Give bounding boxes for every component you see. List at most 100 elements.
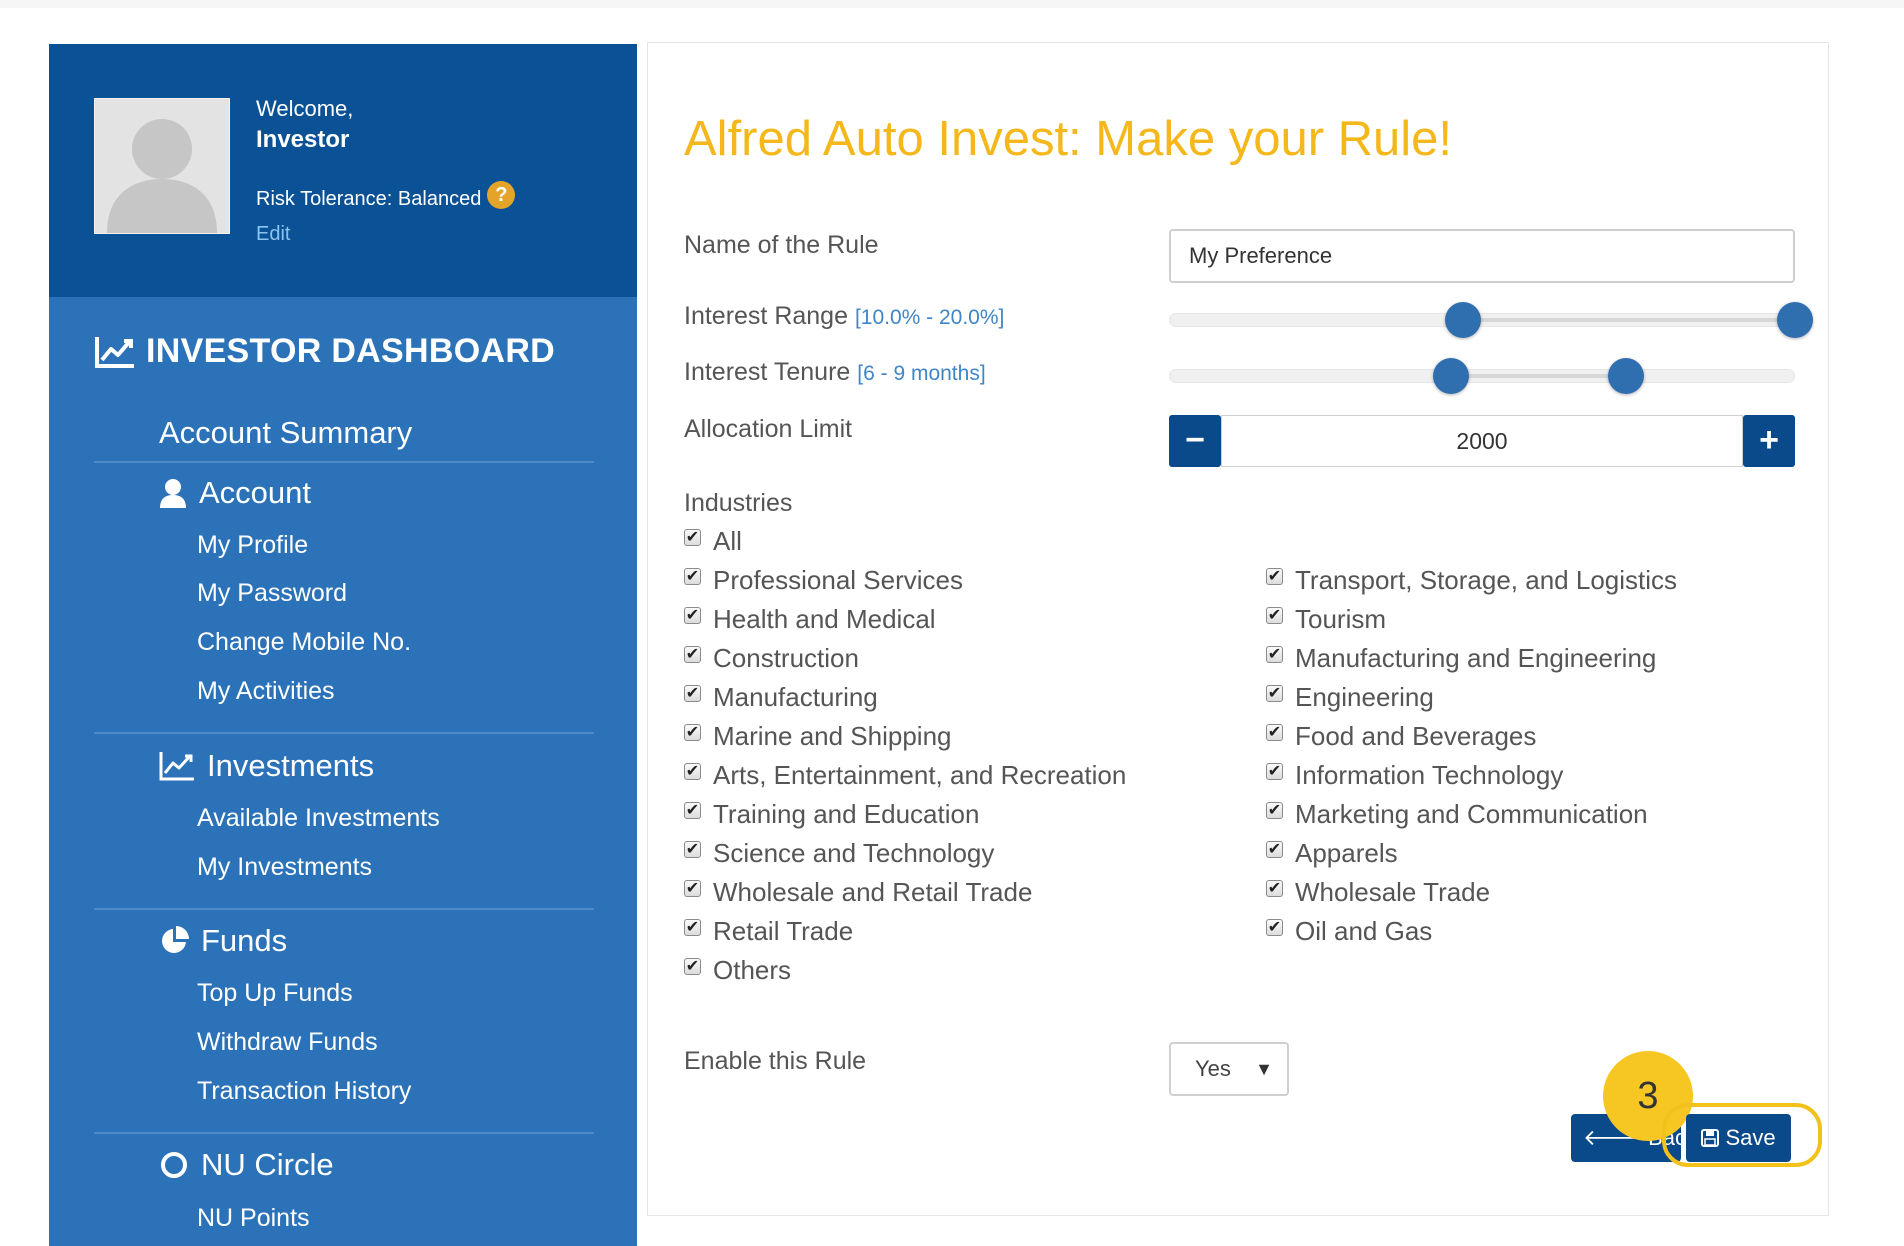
interest-tenure-min-handle[interactable]: [1432, 358, 1469, 394]
circle-icon: [161, 1152, 187, 1178]
sidebar-section-label: Investments: [207, 748, 375, 783]
sidebar-item-transaction-history[interactable]: Transaction History: [197, 1077, 411, 1106]
checkbox-checked-icon[interactable]: ✔: [684, 724, 701, 741]
industry-label: Retail Trade: [713, 916, 854, 946]
sidebar-item-top-up-funds[interactable]: Top Up Funds: [197, 979, 353, 1008]
risk-tolerance-text: Risk Tolerance: Balanced: [256, 188, 482, 210]
enable-rule-select[interactable]: Yes ▼: [1169, 1042, 1289, 1096]
industry-checkbox[interactable]: ✔ Transport, Storage, and Logistics: [1266, 565, 1677, 596]
industry-label: Engineering: [1295, 682, 1434, 712]
help-icon[interactable]: ?: [487, 180, 516, 209]
checkbox-checked-icon[interactable]: ✔: [684, 919, 701, 936]
sidebar-item-my-password[interactable]: My Password: [197, 579, 347, 608]
checkbox-checked-icon[interactable]: ✔: [684, 958, 701, 975]
checkbox-checked-icon[interactable]: ✔: [1266, 724, 1283, 741]
dropdown-arrow-icon: ▼: [1255, 1059, 1273, 1079]
checkbox-checked-icon[interactable]: ✔: [684, 607, 701, 624]
edit-link[interactable]: Edit: [256, 223, 290, 246]
allocation-limit-label: Allocation Limit: [684, 415, 853, 443]
checkbox-checked-icon[interactable]: ✔: [684, 568, 701, 585]
sidebar-section-investments[interactable]: Investments: [159, 748, 374, 784]
industry-label: Health and Medical: [713, 604, 936, 634]
industry-label: Wholesale Trade: [1295, 877, 1491, 907]
checkbox-checked-icon[interactable]: ✔: [1266, 607, 1283, 624]
industry-checkbox[interactable]: ✔ Engineering: [1266, 682, 1434, 713]
industry-checkbox[interactable]: ✔ Science and Technology: [684, 838, 994, 869]
industry-label: Arts, Entertainment, and Recreation: [713, 760, 1127, 790]
industry-checkbox[interactable]: ✔ Food and Beverages: [1266, 721, 1536, 752]
checkbox-checked-icon[interactable]: ✔: [684, 646, 701, 663]
checkbox-checked-icon[interactable]: ✔: [684, 841, 701, 858]
sidebar-section-nu-circle[interactable]: NU Circle: [159, 1147, 334, 1183]
divider: [94, 1132, 594, 1134]
allocation-limit-input[interactable]: 2000: [1221, 415, 1743, 467]
sidebar-item-account-summary[interactable]: Account Summary: [159, 415, 412, 451]
interest-range-min-handle[interactable]: [1445, 302, 1482, 338]
divider: [94, 732, 594, 734]
checkbox-checked-icon[interactable]: ✔: [1266, 802, 1283, 819]
checkbox-checked-icon[interactable]: ✔: [684, 802, 701, 819]
sidebar-item-withdraw-funds[interactable]: Withdraw Funds: [197, 1028, 378, 1057]
interest-tenure-label-text: Interest Tenure: [684, 358, 851, 386]
sidebar-item-my-activities[interactable]: My Activities: [197, 677, 335, 706]
risk-tolerance: Risk Tolerance: Balanced ?: [256, 180, 516, 211]
industry-checkbox[interactable]: ✔ Apparels: [1266, 838, 1398, 869]
industry-checkbox[interactable]: ✔ Information Technology: [1266, 760, 1563, 791]
industry-checkbox[interactable]: ✔ Arts, Entertainment, and Recreation: [684, 760, 1126, 791]
industry-label: Apparels: [1295, 838, 1398, 868]
industry-label: Tourism: [1295, 604, 1387, 634]
rule-name-input[interactable]: My Preference: [1169, 229, 1795, 283]
industry-checkbox[interactable]: ✔ Wholesale Trade: [1266, 877, 1490, 908]
industries-label: Industries: [684, 489, 793, 517]
industry-checkbox[interactable]: ✔ Others: [684, 955, 791, 986]
sidebar-section-account[interactable]: Account: [159, 475, 311, 511]
interest-range-max-handle[interactable]: [1777, 302, 1813, 338]
line-chart-icon: [159, 752, 194, 781]
industry-checkbox[interactable]: ✔ Health and Medical: [684, 604, 936, 635]
sidebar-item-my-profile[interactable]: My Profile: [197, 531, 308, 560]
checkbox-checked-icon[interactable]: ✔: [1266, 763, 1283, 780]
industry-checkbox[interactable]: ✔ Manufacturing: [684, 682, 878, 713]
industry-checkbox[interactable]: ✔ Oil and Gas: [1266, 916, 1432, 947]
dashboard-title: INVESTOR DASHBOARD: [94, 332, 555, 371]
user-name: Investor: [256, 126, 350, 153]
sidebar-item-my-investments[interactable]: My Investments: [197, 853, 372, 882]
industry-checkbox[interactable]: ✔ Manufacturing and Engineering: [1266, 643, 1656, 674]
user-panel: Welcome, Investor Risk Tolerance: Balanc…: [49, 44, 637, 297]
sidebar-item-change-mobile[interactable]: Change Mobile No.: [197, 628, 411, 657]
sidebar-item-available-investments[interactable]: Available Investments: [197, 804, 440, 833]
industry-checkbox-all[interactable]: ✔ All: [684, 526, 742, 557]
industry-checkbox[interactable]: ✔ Wholesale and Retail Trade: [684, 877, 1032, 908]
sidebar-item-nu-points[interactable]: NU Points: [197, 1204, 310, 1233]
interest-range-slider[interactable]: [1169, 313, 1796, 327]
sidebar-section-funds[interactable]: Funds: [159, 923, 287, 959]
industry-checkbox[interactable]: ✔ Retail Trade: [684, 916, 853, 947]
pie-chart-icon: [162, 926, 189, 953]
checkbox-checked-icon[interactable]: ✔: [684, 685, 701, 702]
rule-name-label: Name of the Rule: [684, 231, 879, 259]
interest-tenure-slider[interactable]: [1169, 369, 1795, 383]
checkbox-checked-icon[interactable]: ✔: [1266, 685, 1283, 702]
checkbox-checked-icon[interactable]: ✔: [684, 529, 701, 546]
industry-checkbox[interactable]: ✔ Training and Education: [684, 799, 979, 830]
divider: [94, 908, 594, 910]
increase-allocation-button[interactable]: +: [1743, 415, 1795, 467]
checkbox-checked-icon[interactable]: ✔: [1266, 919, 1283, 936]
industry-checkbox[interactable]: ✔ Professional Services: [684, 565, 963, 596]
industry-label: Marketing and Communication: [1295, 799, 1648, 829]
industry-checkbox[interactable]: ✔ Construction: [684, 643, 859, 674]
interest-tenure-max-handle[interactable]: [1607, 358, 1644, 394]
industry-label: Transport, Storage, and Logistics: [1295, 565, 1678, 595]
welcome-text: Welcome,: [256, 96, 354, 121]
industry-label: Professional Services: [713, 565, 963, 595]
industry-checkbox[interactable]: ✔ Marine and Shipping: [684, 721, 952, 752]
checkbox-checked-icon[interactable]: ✔: [684, 763, 701, 780]
checkbox-checked-icon[interactable]: ✔: [1266, 841, 1283, 858]
checkbox-checked-icon[interactable]: ✔: [1266, 568, 1283, 585]
industry-checkbox[interactable]: ✔ Tourism: [1266, 604, 1386, 635]
checkbox-checked-icon[interactable]: ✔: [684, 880, 701, 897]
checkbox-checked-icon[interactable]: ✔: [1266, 880, 1283, 897]
industry-checkbox[interactable]: ✔ Marketing and Communication: [1266, 799, 1648, 830]
checkbox-checked-icon[interactable]: ✔: [1266, 646, 1283, 663]
decrease-allocation-button[interactable]: −: [1169, 415, 1221, 467]
